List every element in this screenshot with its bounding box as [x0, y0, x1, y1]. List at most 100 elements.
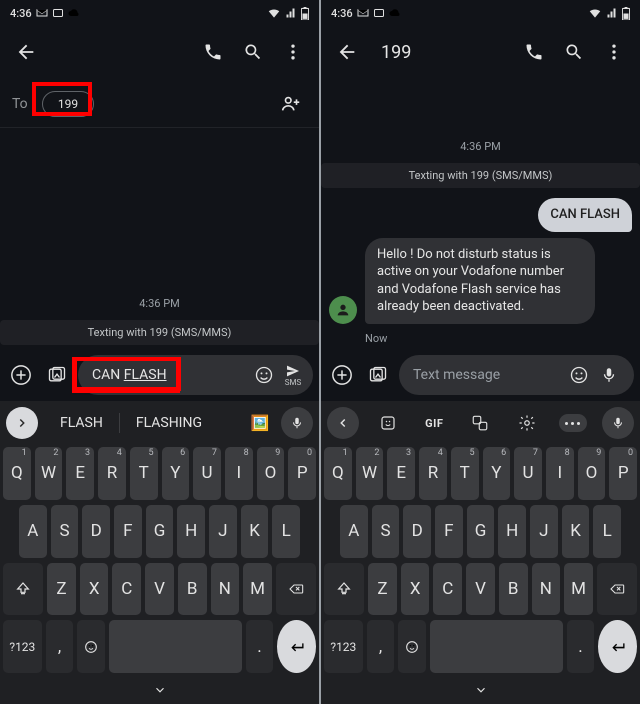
key-F[interactable]: F [435, 505, 463, 558]
symbols-key[interactable]: ?123 [324, 620, 363, 673]
symbols-key[interactable]: ?123 [3, 620, 42, 673]
key-E[interactable]: E3 [387, 447, 415, 500]
key-V[interactable]: V [466, 563, 495, 616]
kbd-collapse-button[interactable] [327, 407, 359, 439]
period-key[interactable]: . [567, 620, 595, 673]
key-K[interactable]: K [562, 505, 590, 558]
translate-icon[interactable] [465, 408, 495, 438]
emoji-button[interactable] [249, 360, 279, 390]
key-J[interactable]: J [530, 505, 558, 558]
emoji-button[interactable] [564, 360, 594, 390]
suggestion[interactable]: FLASHING [120, 415, 218, 431]
key-Q[interactable]: Q1 [3, 447, 31, 500]
key-G[interactable]: G [467, 505, 495, 558]
key-R[interactable]: R4 [98, 447, 126, 500]
message-bubble[interactable]: CAN FLASH [538, 198, 632, 232]
key-O[interactable]: O9 [578, 447, 606, 500]
call-button[interactable] [193, 32, 233, 72]
key-U[interactable]: U7 [514, 447, 542, 500]
key-L[interactable]: L [272, 505, 300, 558]
comma-key[interactable]: , [367, 620, 395, 673]
key-C[interactable]: C [433, 563, 462, 616]
call-button[interactable] [514, 32, 554, 72]
back-button[interactable] [327, 32, 367, 72]
space-key[interactable] [430, 620, 563, 673]
search-button[interactable] [554, 32, 594, 72]
gallery-button[interactable] [363, 360, 393, 390]
key-M[interactable]: M [243, 563, 272, 616]
key-Y[interactable]: Y6 [483, 447, 511, 500]
key-T[interactable]: T5 [130, 447, 158, 500]
key-Q[interactable]: Q1 [324, 447, 352, 500]
message-input[interactable]: CAN FLASH SMS [78, 355, 313, 395]
more-tools-icon[interactable] [558, 408, 588, 438]
key-O[interactable]: O9 [257, 447, 285, 500]
key-A[interactable]: A [19, 505, 47, 558]
key-M[interactable]: M [564, 563, 593, 616]
key-D[interactable]: D [82, 505, 110, 558]
back-button[interactable] [6, 32, 46, 72]
key-R[interactable]: R4 [419, 447, 447, 500]
mic-button[interactable] [594, 360, 624, 390]
message-input[interactable]: Text message [399, 355, 634, 395]
backspace-key[interactable] [276, 563, 316, 616]
shift-key[interactable] [3, 563, 43, 616]
enter-key[interactable] [598, 620, 637, 673]
key-Z[interactable]: Z [47, 563, 76, 616]
mic-button[interactable] [281, 407, 313, 439]
search-button[interactable] [233, 32, 273, 72]
period-key[interactable]: . [246, 620, 274, 673]
key-L[interactable]: L [593, 505, 621, 558]
key-X[interactable]: X [401, 563, 430, 616]
key-S[interactable]: S [51, 505, 79, 558]
sticker-icon[interactable] [373, 408, 403, 438]
key-W[interactable]: W2 [35, 447, 63, 500]
more-button[interactable] [273, 32, 313, 72]
key-S[interactable]: S [372, 505, 400, 558]
nav-down-icon[interactable] [151, 683, 169, 697]
key-F[interactable]: F [114, 505, 142, 558]
emoji-key[interactable] [77, 620, 105, 673]
gallery-button[interactable] [42, 360, 72, 390]
nav-down-icon[interactable] [472, 683, 490, 697]
key-Z[interactable]: Z [368, 563, 397, 616]
key-N[interactable]: N [211, 563, 240, 616]
key-C[interactable]: C [112, 563, 141, 616]
key-J[interactable]: J [209, 505, 237, 558]
kbd-expand-button[interactable] [6, 407, 38, 439]
key-G[interactable]: G [146, 505, 174, 558]
add-recipient-button[interactable] [275, 88, 307, 120]
key-K[interactable]: K [241, 505, 269, 558]
more-button[interactable] [594, 32, 634, 72]
key-P[interactable]: P0 [288, 447, 316, 500]
key-H[interactable]: H [498, 505, 526, 558]
key-X[interactable]: X [80, 563, 109, 616]
key-B[interactable]: B [499, 563, 528, 616]
add-button[interactable] [327, 360, 357, 390]
key-V[interactable]: V [145, 563, 174, 616]
shift-key[interactable] [324, 563, 364, 616]
key-P[interactable]: P0 [609, 447, 637, 500]
enter-key[interactable] [277, 620, 316, 673]
key-Y[interactable]: Y6 [162, 447, 190, 500]
space-key[interactable] [109, 620, 242, 673]
suggestion[interactable]: FLASH [44, 415, 119, 431]
settings-icon[interactable] [512, 408, 542, 438]
key-W[interactable]: W2 [356, 447, 384, 500]
add-button[interactable] [6, 360, 36, 390]
comma-key[interactable]: , [46, 620, 74, 673]
key-I[interactable]: I8 [225, 447, 253, 500]
key-T[interactable]: T5 [451, 447, 479, 500]
avatar[interactable] [329, 296, 357, 324]
send-button[interactable]: SMS [283, 363, 303, 387]
gif-icon[interactable]: GIF [419, 408, 449, 438]
key-I[interactable]: I8 [546, 447, 574, 500]
emoji-kbd-icon[interactable]: 🖼️ [245, 408, 275, 438]
key-E[interactable]: E3 [66, 447, 94, 500]
key-B[interactable]: B [178, 563, 207, 616]
message-bubble[interactable]: Hello ! Do not disturb status is active … [365, 238, 595, 324]
key-U[interactable]: U7 [193, 447, 221, 500]
key-A[interactable]: A [340, 505, 368, 558]
emoji-key[interactable] [398, 620, 426, 673]
backspace-key[interactable] [597, 563, 637, 616]
